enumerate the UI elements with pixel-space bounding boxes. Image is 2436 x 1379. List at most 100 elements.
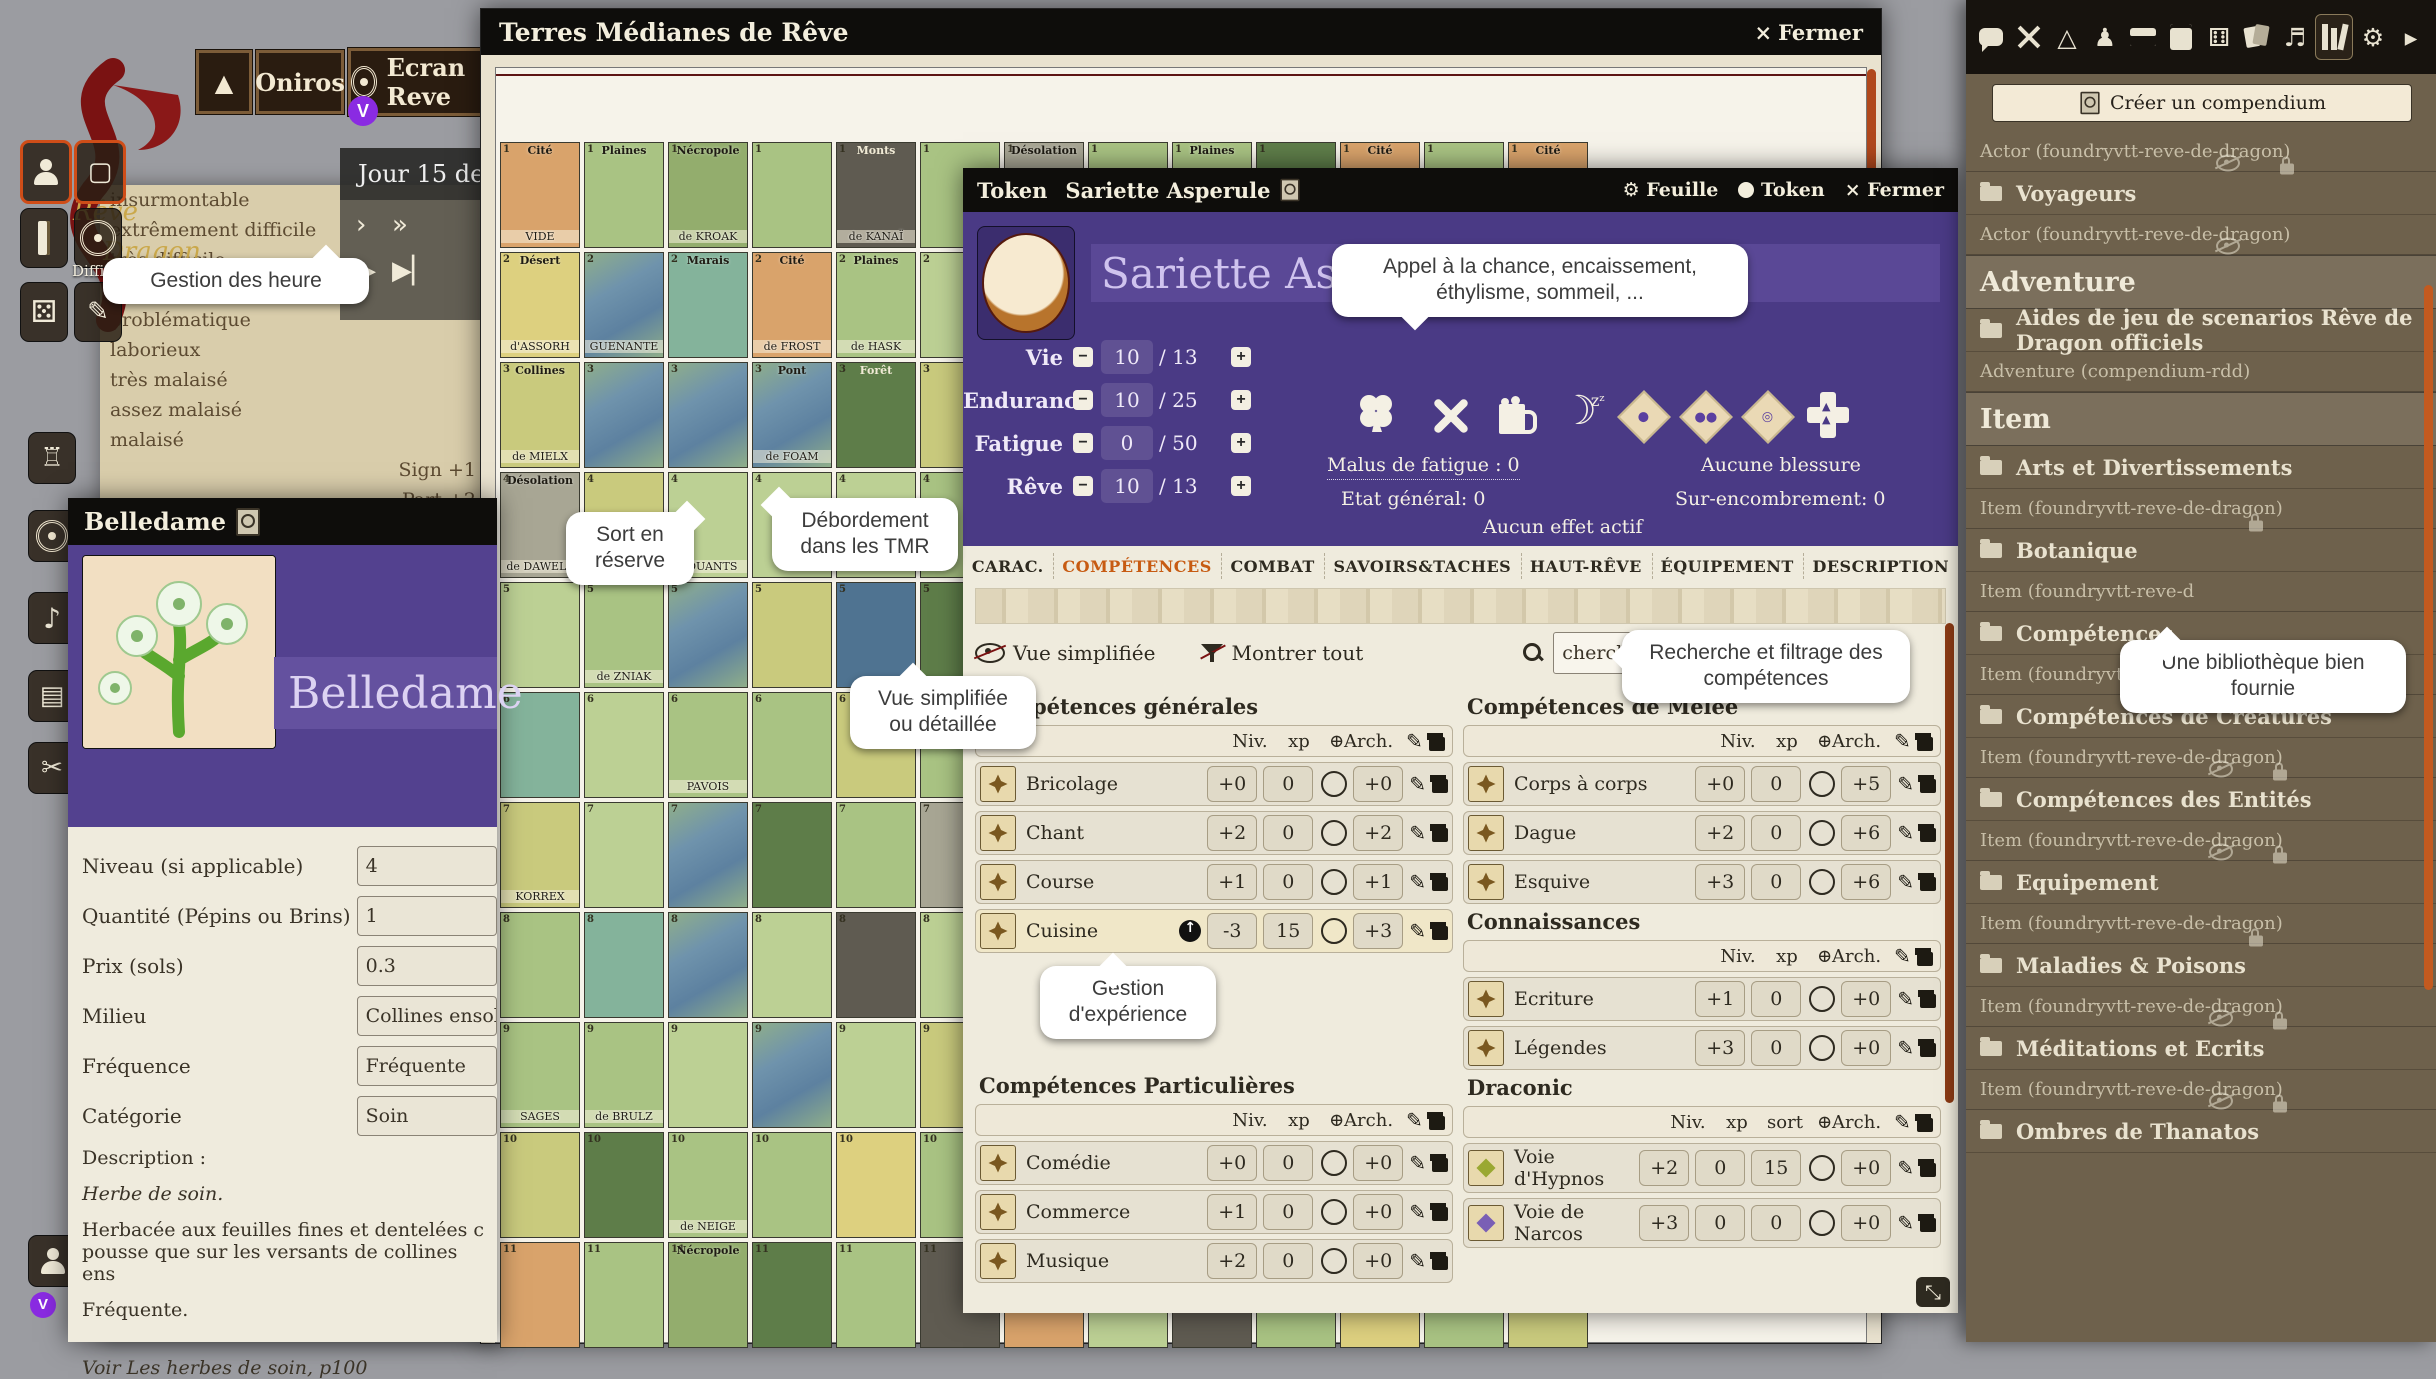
trash-icon[interactable]: [1917, 948, 1933, 966]
sidebar-scrollbar[interactable]: [2424, 285, 2433, 990]
add-skill-icon[interactable]: ⊕: [1329, 731, 1344, 752]
token-tool-button[interactable]: [20, 140, 72, 204]
edit-icon[interactable]: ✎: [1409, 821, 1426, 845]
edit-icon[interactable]: ✎: [1897, 1211, 1914, 1235]
skill-row-bricolage[interactable]: Bricolage+00+0✎: [975, 762, 1453, 806]
niveau-value[interactable]: +2: [1207, 1243, 1257, 1279]
eye-slash-icon[interactable]: [2216, 237, 2240, 254]
tmr-cell-A11[interactable]: 11: [500, 1242, 580, 1348]
roll-circle[interactable]: [1809, 771, 1835, 797]
niveau-value[interactable]: +2: [1639, 1150, 1689, 1186]
compendium-pack[interactable]: Item (foundryvtt-reve-d: [1966, 572, 2436, 612]
tmr-cell-D10[interactable]: 10: [752, 1132, 832, 1238]
tmr-cell-E7[interactable]: 7: [836, 802, 916, 908]
tmr-cell-B11[interactable]: 11: [584, 1242, 664, 1348]
roll-circle[interactable]: [1809, 986, 1835, 1012]
niveau-value[interactable]: +2: [1695, 815, 1745, 851]
lock-icon[interactable]: [2280, 163, 2294, 174]
edit-icon[interactable]: ✎: [1897, 1036, 1914, 1060]
advance-medium-button[interactable]: »: [392, 210, 408, 240]
compendium-pack[interactable]: Item (foundryvtt-reve-de-dragon): [1966, 489, 2436, 529]
tab-cards[interactable]: [2239, 15, 2275, 59]
roll-circle[interactable]: [1321, 1199, 1347, 1225]
trash-icon[interactable]: [1432, 775, 1448, 793]
tmr-cell-C1[interactable]: 1Nécropolede KROAK: [668, 142, 748, 248]
archetype-value[interactable]: +2: [1353, 815, 1403, 851]
edit-icon[interactable]: ✎: [1897, 870, 1914, 894]
token-button[interactable]: Token: [1738, 179, 1824, 201]
tmr-cell-D7[interactable]: 7: [752, 802, 832, 908]
trash-icon[interactable]: [1432, 1154, 1448, 1172]
field-input[interactable]: Fréquente: [357, 1046, 497, 1086]
compendium-folder[interactable]: Ombres de Thanatos: [1966, 1110, 2436, 1153]
eye-slash-icon[interactable]: [2209, 1092, 2233, 1109]
tab-journal[interactable]: [2163, 15, 2199, 59]
avatar[interactable]: [977, 226, 1075, 340]
xp-value[interactable]: 0: [1263, 864, 1313, 900]
eye-slash-icon[interactable]: [2209, 1009, 2233, 1026]
minus-button[interactable]: −: [1073, 476, 1093, 496]
niveau-value[interactable]: +1: [1207, 864, 1257, 900]
tmr-cell-A2[interactable]: 2Désertd'ASSORH: [500, 252, 580, 358]
ethylisme-icon[interactable]: [1499, 398, 1533, 436]
tmr-cell-D1[interactable]: 1: [752, 142, 832, 248]
tmr-cell-A7[interactable]: 7KORREX: [500, 802, 580, 908]
niveau-value[interactable]: +0: [1695, 766, 1745, 802]
minus-button[interactable]: −: [1073, 347, 1093, 367]
tmr-cell-C8[interactable]: 8: [668, 912, 748, 1018]
tmr-cell-C3[interactable]: 3: [668, 362, 748, 468]
sheet-scrollbar[interactable]: [1945, 623, 1954, 1103]
tmr-cell-B10[interactable]: 10: [584, 1132, 664, 1238]
compendium-pack[interactable]: Item (foundryvtt-reve-de-dragon): [1966, 904, 2436, 944]
eye-slash-icon[interactable]: [2216, 154, 2240, 171]
sheet-titlebar[interactable]: Token Sariette Asperule ⚙ Feuille Token …: [963, 168, 1958, 212]
compendium-folder[interactable]: Voyageurs: [1966, 172, 2436, 215]
compendium-pack[interactable]: Item (foundryvtt-reve-de-dragon): [1966, 1070, 2436, 1110]
tab--quipement[interactable]: ÉQUIPEMENT: [1652, 553, 1802, 579]
trash-icon[interactable]: [1432, 873, 1448, 891]
tab-items[interactable]: [2125, 15, 2161, 59]
lock-icon[interactable]: [2249, 935, 2263, 946]
roll-circle[interactable]: [1321, 1150, 1347, 1176]
tmr-map-titlebar[interactable]: Terres Médianes de Rêve ×Fermer: [481, 9, 1881, 55]
tab-combat[interactable]: [2011, 15, 2047, 59]
trash-icon[interactable]: [1920, 990, 1936, 1008]
tmr-cell-E10[interactable]: 10: [836, 1132, 916, 1238]
edit-icon[interactable]: ✎: [1897, 821, 1914, 845]
edit-icon[interactable]: ✎: [1409, 919, 1426, 943]
tmr-cell-D3[interactable]: 3Pontde FOAM: [752, 362, 832, 468]
tab-playlists[interactable]: ♬: [2277, 15, 2313, 59]
belledame-image[interactable]: [82, 555, 276, 749]
tab-actors[interactable]: ♟: [2087, 15, 2123, 59]
trash-icon[interactable]: [1432, 1252, 1448, 1270]
edit-icon[interactable]: ✎: [1409, 1200, 1426, 1224]
edit-icon[interactable]: ✎: [1894, 944, 1911, 968]
tmr-cell-C5[interactable]: 5: [668, 582, 748, 688]
archetype-value[interactable]: +6: [1841, 864, 1891, 900]
xp-up-button[interactable]: ↑: [1179, 920, 1201, 942]
tmr-cell-D5[interactable]: 5: [752, 582, 832, 688]
fatigue-malus[interactable]: Malus de fatigue : 0: [1327, 454, 1520, 480]
tab-scenes[interactable]: △: [2049, 15, 2085, 59]
notes-tool-button[interactable]: ♖: [28, 432, 76, 484]
stat-current[interactable]: 10: [1101, 340, 1153, 374]
tmr-cell-E11[interactable]: 11: [836, 1242, 916, 1348]
advance-small-button[interactable]: ›: [356, 210, 366, 240]
roll-circle[interactable]: [1809, 1210, 1835, 1236]
compendium-pack[interactable]: Item (foundryvtt-reve-de-dragon): [1966, 987, 2436, 1027]
edit-icon[interactable]: ✎: [1897, 1156, 1914, 1180]
archetype-value[interactable]: +0: [1353, 1243, 1403, 1279]
tmr-cell-C7[interactable]: 7: [668, 802, 748, 908]
trash-icon[interactable]: [1920, 775, 1936, 793]
archetype-value[interactable]: +0: [1353, 1194, 1403, 1230]
oniros-button[interactable]: Oniros: [256, 50, 344, 114]
roll-circle[interactable]: [1809, 1155, 1835, 1181]
collapse-nav-button[interactable]: ▲: [196, 50, 252, 114]
tmr-cell-C2[interactable]: 2Marais: [668, 252, 748, 358]
archetype-value[interactable]: +0: [1841, 981, 1891, 1017]
edit-icon[interactable]: ✎: [1894, 1110, 1911, 1134]
edit-icon[interactable]: ✎: [1406, 1108, 1423, 1132]
select-tool-button[interactable]: ▢: [74, 140, 126, 204]
add-skill-icon[interactable]: ⊕: [1817, 731, 1832, 752]
add-skill-icon[interactable]: ⊕: [1329, 1110, 1344, 1131]
